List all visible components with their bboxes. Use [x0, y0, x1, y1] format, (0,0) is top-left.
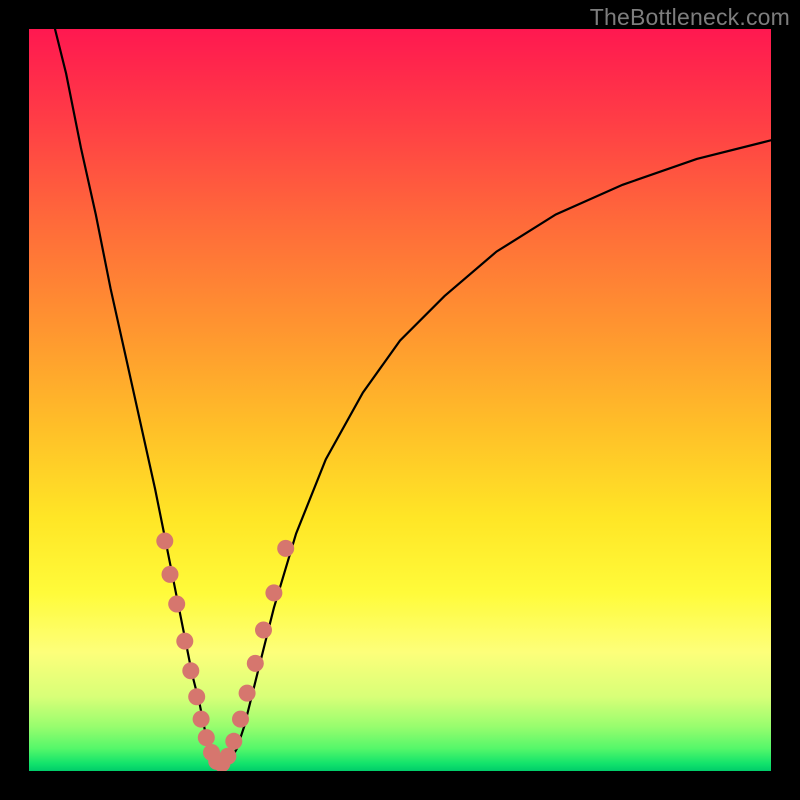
- plot-area: [29, 29, 771, 771]
- sample-dot: [232, 711, 249, 728]
- bottleneck-curve: [55, 29, 771, 767]
- sample-dot: [225, 733, 242, 750]
- sample-dot: [168, 596, 185, 613]
- sample-dot: [198, 729, 215, 746]
- chart-overlay: [29, 29, 771, 771]
- chart-frame: TheBottleneck.com: [0, 0, 800, 800]
- sample-dot: [239, 685, 256, 702]
- sample-dot: [156, 533, 173, 550]
- sample-dot: [255, 622, 272, 639]
- sample-dot: [182, 662, 199, 679]
- sample-dot: [277, 540, 294, 557]
- sample-dot: [265, 584, 282, 601]
- sample-dot: [193, 711, 210, 728]
- sample-dot: [247, 655, 264, 672]
- sample-dot: [219, 748, 236, 765]
- sample-dot: [176, 633, 193, 650]
- watermark-text: TheBottleneck.com: [590, 4, 790, 31]
- sample-dots-group: [156, 533, 294, 772]
- sample-dot: [188, 688, 205, 705]
- sample-dot: [162, 566, 179, 583]
